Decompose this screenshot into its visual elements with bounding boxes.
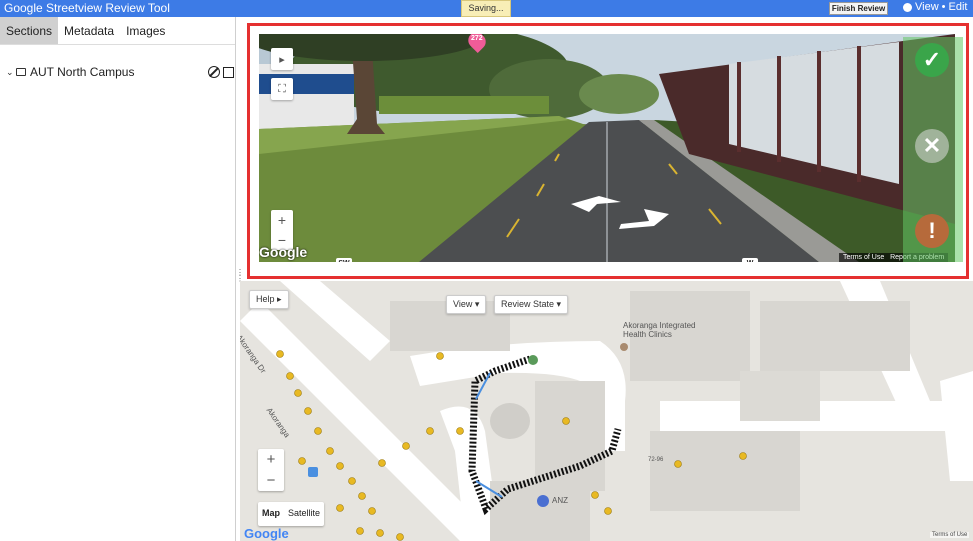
streetview-panorama[interactable]: 272 ▸ ⛶ + − Google Terms of Use Report a… <box>259 34 955 262</box>
flag-button[interactable]: ! <box>915 214 949 248</box>
exclude-icon[interactable] <box>208 66 220 78</box>
tab-images[interactable]: Images <box>120 17 171 44</box>
top-bar: Google Streetview Review Tool Saving... … <box>0 0 973 17</box>
pin-label: 272 <box>471 35 483 42</box>
building-code-label: 72-96 <box>648 457 664 463</box>
map-zoom-control: + − <box>258 449 284 491</box>
streetview-scene <box>259 34 955 262</box>
saving-indicator: Saving... <box>461 0 511 17</box>
review-actions: ✓ ✕ ! <box>903 37 963 262</box>
map-type-satellite-button[interactable]: Satellite <box>284 502 324 526</box>
mode-toggle[interactable]: View • Edit <box>903 1 967 13</box>
chevron-down-icon[interactable]: ⌄ <box>6 67 16 78</box>
compass-sw: SW <box>336 258 352 262</box>
finish-review-button[interactable]: Finish Review <box>829 2 888 15</box>
sidebar: Sections Metadata Images ⌄ AUT North Cam… <box>0 17 236 541</box>
google-map-logo: Google <box>244 526 289 541</box>
view-radio-icon[interactable] <box>903 2 912 12</box>
review-state-dropdown[interactable]: Review State ▾ <box>494 295 569 314</box>
fullscreen-icon: ⛶ <box>278 82 286 95</box>
tree-item-label[interactable]: AUT North Campus <box>30 65 208 79</box>
mode-edit-label[interactable]: Edit <box>949 1 968 13</box>
tab-metadata[interactable]: Metadata <box>58 17 120 44</box>
map-zoom-out-button[interactable]: − <box>258 470 284 491</box>
x-icon: ✕ <box>922 133 942 158</box>
mode-separator: • <box>941 1 946 13</box>
play-icon: ▸ <box>279 53 285 66</box>
fullscreen-button[interactable]: ⛶ <box>271 78 293 100</box>
bank-label: ANZ <box>552 496 568 505</box>
play-button[interactable]: ▸ <box>271 48 293 70</box>
mode-view-label[interactable]: View <box>915 1 939 13</box>
folder-icon <box>16 68 26 76</box>
map-zoom-in-button[interactable]: + <box>258 449 284 470</box>
streetview-zoom-in-button[interactable]: + <box>271 210 293 230</box>
compass-w: W <box>742 258 758 262</box>
poi-label: Akoranga Integrated Health Clinics <box>623 321 696 339</box>
map-terms-link[interactable]: Terms of Use <box>930 532 970 538</box>
help-button[interactable]: Help ▸ <box>249 290 289 309</box>
map-panel[interactable]: Help ▸ View ▾ Review State ▾ Akoranga In… <box>240 281 973 541</box>
view-dropdown-label: View <box>453 299 473 309</box>
terms-link[interactable]: Terms of Use <box>843 254 884 261</box>
check-icon: ✓ <box>922 47 942 72</box>
map-type-map-button[interactable]: Map <box>258 502 284 526</box>
view-dropdown[interactable]: View ▾ <box>446 295 487 314</box>
approve-button[interactable]: ✓ <box>915 43 949 77</box>
review-state-label: Review State <box>501 299 555 309</box>
reject-button[interactable]: ✕ <box>915 129 949 163</box>
tab-sections[interactable]: Sections <box>0 17 59 44</box>
map-type-control: Map Satellite <box>258 502 325 526</box>
exclamation-icon: ! <box>928 218 936 243</box>
tree-item-aut-north-campus[interactable]: ⌄ AUT North Campus <box>6 64 234 80</box>
checkbox-icon[interactable] <box>223 66 234 78</box>
google-logo: Google <box>259 244 308 260</box>
map-canvas <box>240 281 973 541</box>
app-title: Google Streetview Review Tool <box>4 1 170 15</box>
sidebar-tabs: Sections Metadata Images <box>0 17 235 45</box>
